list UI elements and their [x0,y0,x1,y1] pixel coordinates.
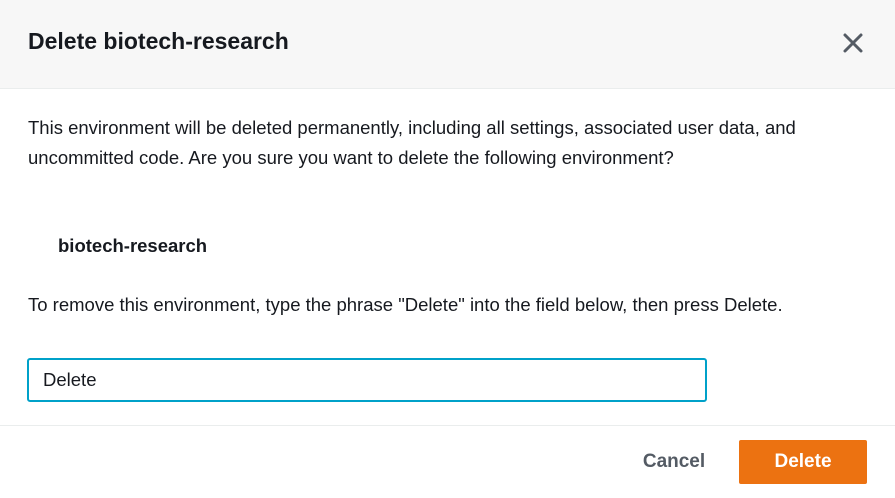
confirm-delete-input[interactable] [27,358,707,402]
delete-button[interactable]: Delete [739,440,867,484]
footer-divider [0,425,895,426]
cancel-button[interactable]: Cancel [628,440,720,484]
warning-message: This environment will be deleted permane… [28,117,796,168]
environment-name: biotech-research [58,235,208,256]
modal-title: Delete biotech-research [28,28,289,54]
modal-header: Delete biotech-research [0,0,895,89]
confirm-instruction: To remove this environment, type the phr… [28,294,783,315]
close-icon[interactable] [838,28,868,58]
